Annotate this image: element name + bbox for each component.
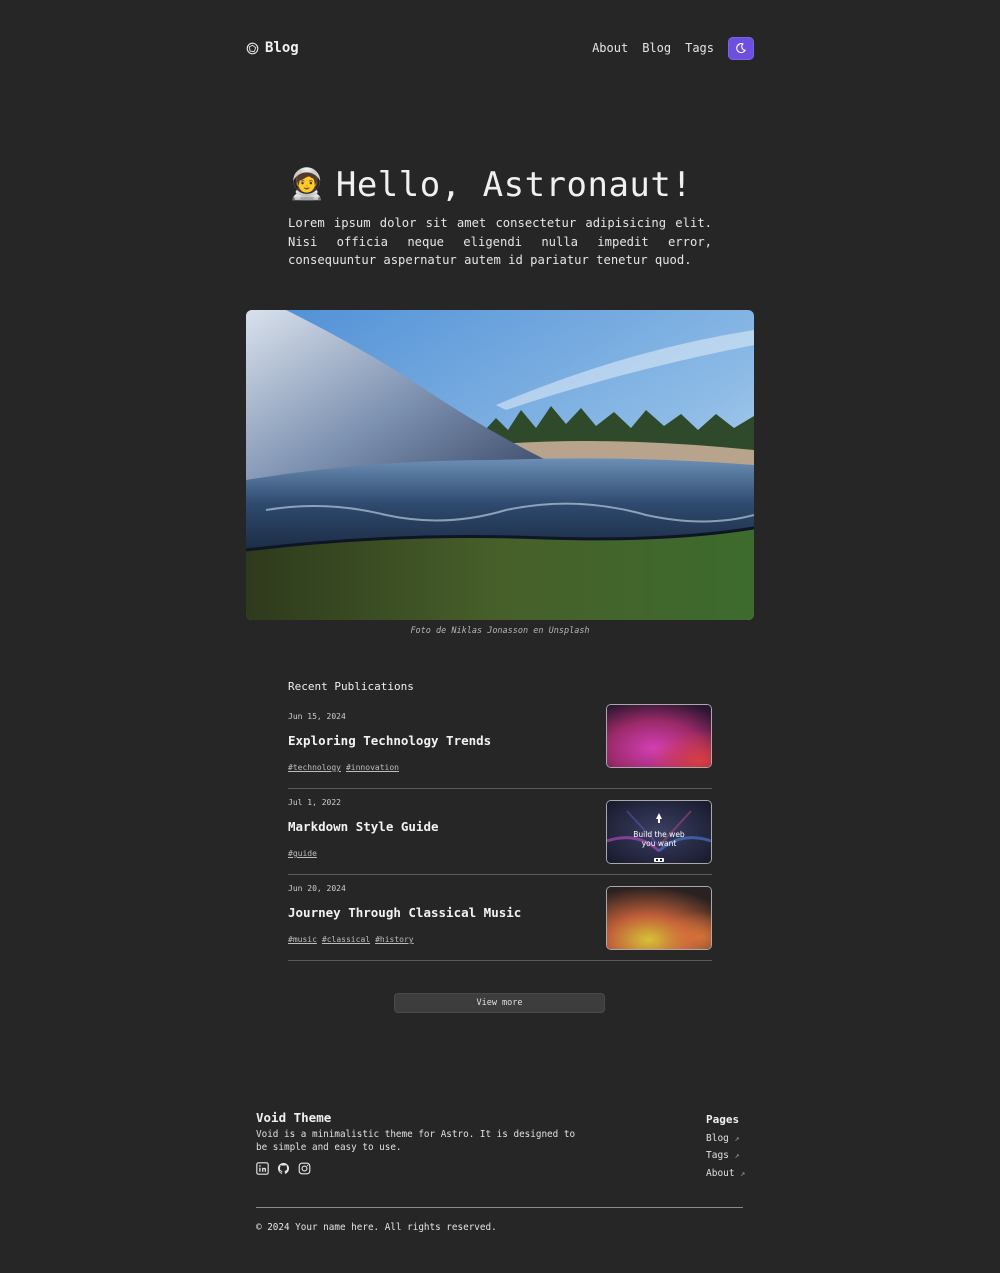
footer-description: Void is a minimalistic theme for Astro. … — [256, 1129, 576, 1153]
post-tags: #music #classical #history — [288, 935, 414, 944]
tag-link[interactable]: #innovation — [346, 763, 399, 772]
post-thumbnail[interactable]: Build the web you want — [606, 800, 712, 864]
tag-link[interactable]: #classical — [322, 935, 370, 944]
main-nav: About Blog Tags — [592, 36, 754, 60]
footer-link-label: Tags — [706, 1150, 729, 1161]
hero-text: Lorem ipsum dolor sit amet consectetur a… — [288, 216, 712, 267]
copyright-text: © 2024 Your name here. All rights reserv… — [256, 1222, 497, 1233]
post-tags: #technology #innovation — [288, 763, 399, 772]
external-arrow-icon: ↗ — [734, 1133, 740, 1143]
footer-link-about[interactable]: About ↗ — [706, 1167, 746, 1179]
github-icon[interactable] — [277, 1162, 290, 1175]
external-arrow-icon: ↗ — [734, 1151, 740, 1160]
tag-link[interactable]: #guide — [288, 849, 317, 858]
footer-title: Void Theme — [256, 1110, 332, 1125]
hero-photo — [246, 310, 754, 620]
footer-pages: Pages Blog ↗ Tags ↗ About ↗ — [706, 1113, 746, 1179]
hero-section: 🧑‍🚀 Hello, Astronaut! Lorem ipsum dolor … — [288, 164, 712, 270]
instagram-icon[interactable] — [298, 1162, 311, 1175]
pages-title: Pages — [706, 1113, 740, 1126]
footer-link-label: About — [706, 1167, 735, 1179]
linkedin-icon[interactable] — [256, 1162, 269, 1175]
post-date: Jun 20, 2024 — [288, 884, 346, 893]
hero-title: Hello, Astronaut! — [335, 165, 693, 205]
footer-divider — [256, 1207, 743, 1208]
post-thumbnail[interactable] — [606, 886, 712, 950]
post-title[interactable]: Exploring Technology Trends — [288, 733, 491, 748]
photo-caption: Foto de Niklas Jonasson en Unsplash — [410, 626, 590, 636]
thumb-text-line-2: you want — [642, 839, 677, 848]
void-logo-icon — [246, 42, 259, 54]
footer-link-label: Blog — [706, 1132, 729, 1144]
hero-heading: 🧑‍🚀 Hello, Astronaut! — [288, 164, 712, 206]
site-header: Blog About Blog Tags — [246, 34, 754, 62]
post-item[interactable]: Jun 15, 2024 Exploring Technology Trends… — [288, 703, 712, 789]
footer-link-blog[interactable]: Blog ↗ — [706, 1133, 743, 1144]
moon-stars-icon — [736, 42, 747, 54]
nav-about[interactable]: About — [592, 41, 628, 55]
logo-text: Blog — [265, 40, 299, 56]
astronaut-emoji: 🧑‍🚀 — [288, 167, 326, 202]
recent-publications: Recent Publications Jun 15, 2024 Explori… — [288, 680, 712, 961]
post-title[interactable]: Journey Through Classical Music — [288, 905, 521, 920]
post-tags: #guide — [288, 849, 317, 858]
post-thumbnail[interactable] — [606, 704, 712, 768]
tag-link[interactable]: #technology — [288, 763, 341, 772]
theme-toggle-button[interactable] — [728, 36, 754, 60]
view-more-button[interactable]: View more — [394, 993, 605, 1013]
footer-link-tags[interactable]: Tags ↗ — [706, 1150, 743, 1161]
post-date: Jun 15, 2024 — [288, 712, 346, 721]
thumb-text-line-1: Build the web — [633, 830, 685, 839]
recent-title: Recent Publications — [288, 680, 414, 693]
tag-link[interactable]: #history — [375, 935, 414, 944]
nav-blog[interactable]: Blog — [642, 41, 671, 55]
post-item[interactable]: Jul 1, 2022 Markdown Style Guide #guide — [288, 789, 712, 875]
social-links — [256, 1162, 743, 1175]
post-date: Jul 1, 2022 — [288, 798, 341, 807]
post-title[interactable]: Markdown Style Guide — [288, 819, 439, 834]
site-footer: Void Theme Void is a minimalistic theme … — [256, 1110, 745, 1179]
nav-tags[interactable]: Tags — [685, 41, 714, 55]
tag-link[interactable]: #music — [288, 935, 317, 944]
external-arrow-icon: ↗ — [740, 1168, 746, 1178]
post-item[interactable]: Jun 20, 2024 Journey Through Classical M… — [288, 875, 712, 961]
site-logo[interactable]: Blog — [246, 40, 299, 56]
